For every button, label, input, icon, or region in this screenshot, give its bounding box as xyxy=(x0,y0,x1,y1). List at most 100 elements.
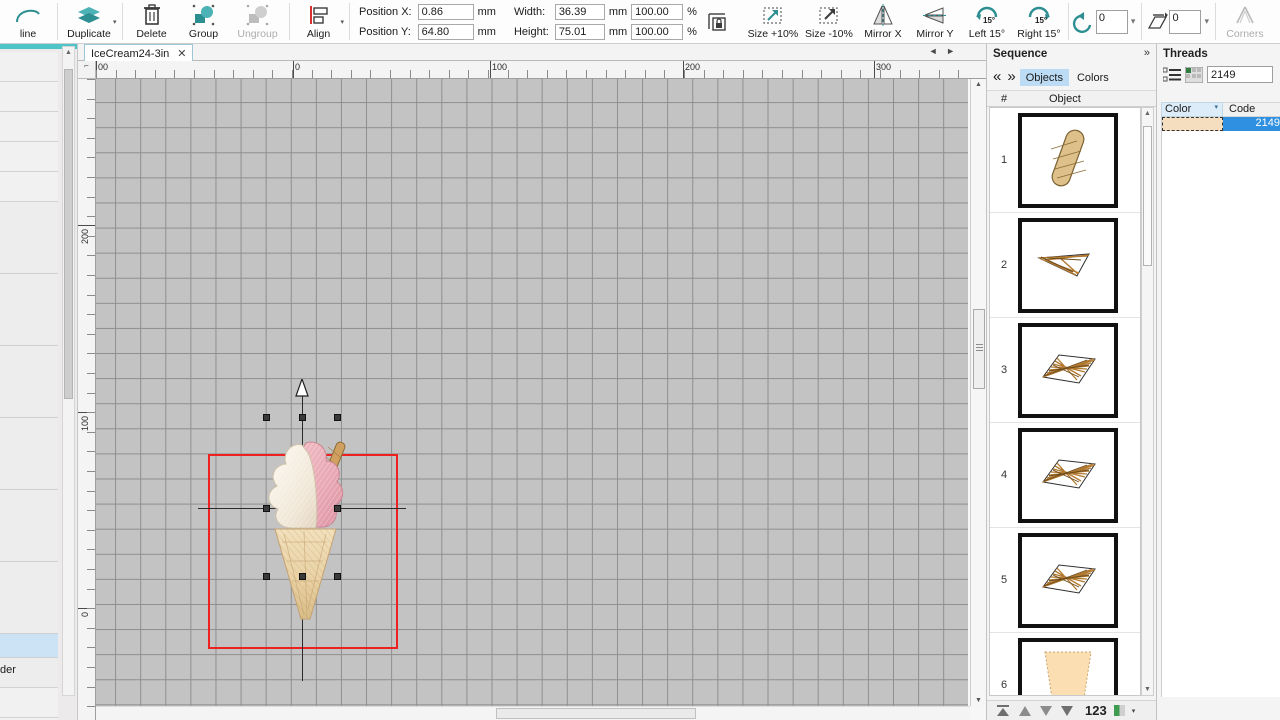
resize-handle-top-left[interactable] xyxy=(263,414,270,421)
stitch-grid[interactable] xyxy=(96,79,968,709)
height-input[interactable]: 75.01 xyxy=(554,23,605,40)
scrollbar-thumb[interactable] xyxy=(64,69,73,399)
sequence-list-item[interactable]: 5 xyxy=(990,528,1140,633)
group-button[interactable]: Group xyxy=(178,0,230,43)
move-to-bottom-icon[interactable] xyxy=(1060,704,1074,718)
list-item-selected[interactable] xyxy=(0,634,58,658)
scrollbar-thumb[interactable] xyxy=(496,708,696,719)
resize-handle-top-right[interactable] xyxy=(334,414,341,421)
scroll-down-icon[interactable]: ▼ xyxy=(1144,686,1151,693)
delete-label: Delete xyxy=(136,28,167,40)
list-item[interactable] xyxy=(0,688,58,718)
list-item[interactable] xyxy=(0,274,58,346)
list-item[interactable] xyxy=(0,490,58,562)
skew-caret-icon[interactable]: ▾ xyxy=(1204,16,1209,27)
rotate-left-icon: 15° xyxy=(974,2,1000,28)
duplicate-button[interactable]: Duplicate xyxy=(61,0,117,43)
ice-cream-cone-embroidery[interactable] xyxy=(244,409,364,649)
sequence-list-item[interactable]: 4 xyxy=(990,423,1140,528)
left-panel-scrollbar[interactable]: ▲ xyxy=(62,46,75,696)
resize-handle-middle-left[interactable] xyxy=(263,505,270,512)
sequence-list-item[interactable]: 3 xyxy=(990,318,1140,423)
list-item[interactable] xyxy=(0,418,58,490)
tab-nav-arrows[interactable]: ◄ ► xyxy=(929,46,958,56)
list-view-icon[interactable] xyxy=(1163,67,1181,83)
rotation-handle[interactable] xyxy=(295,379,309,397)
canvas-vertical-scrollbar[interactable]: ▲ ▼ xyxy=(970,79,986,706)
list-item[interactable] xyxy=(0,142,58,172)
list-item[interactable] xyxy=(0,562,58,634)
scroll-up-icon[interactable]: ▲ xyxy=(1144,110,1151,117)
chevron-double-right-icon[interactable]: » xyxy=(1005,68,1017,86)
scroll-up-icon[interactable]: ▲ xyxy=(65,49,72,56)
width-percent-input[interactable]: 100.00 xyxy=(631,3,684,20)
size-increase-button[interactable]: Size +10% xyxy=(745,0,801,43)
resize-handle-bottom-right[interactable] xyxy=(334,573,341,580)
sort-caret-icon[interactable]: ▾ xyxy=(1214,103,1218,111)
rotate-angle-input[interactable]: 0 xyxy=(1095,9,1128,34)
rotate-caret-icon[interactable]: ▾ xyxy=(1131,16,1136,27)
scroll-down-icon[interactable]: ▼ xyxy=(975,697,982,704)
tab-icecream24-3in[interactable]: IceCream24-3in ✕ xyxy=(84,44,194,61)
canvas-horizontal-scrollbar[interactable] xyxy=(96,706,970,720)
resize-handle-bottom-left[interactable] xyxy=(263,573,270,580)
rotate-right-button[interactable]: 15° Right 15° xyxy=(1013,0,1065,43)
move-up-icon[interactable] xyxy=(1018,704,1032,718)
chevron-double-left-icon[interactable]: « xyxy=(991,68,1003,86)
sequence-list-item[interactable]: 1 xyxy=(990,108,1140,213)
grid-view-icon[interactable] xyxy=(1185,66,1203,83)
ungroup-button[interactable]: Ungroup xyxy=(230,0,286,43)
resize-handle-top-center[interactable] xyxy=(299,414,306,421)
lock-aspect-ratio-button[interactable] xyxy=(701,9,733,35)
height-percent-input[interactable]: 100.00 xyxy=(631,23,684,40)
rotate-left-button[interactable]: 15° Left 15° xyxy=(961,0,1013,43)
sequence-scrollbar[interactable]: ▲ ▼ xyxy=(1141,107,1154,696)
delete-button[interactable]: Delete xyxy=(126,0,178,43)
trim-button[interactable]: Trim xyxy=(1271,0,1280,43)
skew-angle-input[interactable]: 0 xyxy=(1169,9,1202,34)
table-row[interactable]: 2149 xyxy=(1162,117,1280,131)
list-item[interactable] xyxy=(0,82,58,112)
corners-button[interactable]: Corners xyxy=(1219,0,1271,43)
width-input[interactable]: 36.39 xyxy=(554,3,605,20)
list-item[interactable] xyxy=(0,172,58,202)
chevron-down-icon[interactable]: ▾ xyxy=(1132,707,1136,715)
thread-search-input[interactable]: 2149 xyxy=(1207,66,1273,83)
chevron-double-right-icon[interactable]: » xyxy=(1144,47,1150,59)
position-y-input[interactable]: 64.80 xyxy=(417,23,474,40)
position-x-input[interactable]: 0.86 xyxy=(417,3,474,20)
color-dropdown-icon[interactable] xyxy=(1113,705,1125,716)
size-decrease-button[interactable]: Size -10% xyxy=(801,0,857,43)
resize-handle-bottom-center[interactable] xyxy=(299,573,306,580)
tab-objects[interactable]: Objects xyxy=(1019,68,1069,86)
move-down-icon[interactable] xyxy=(1039,704,1053,718)
sequence-list-item[interactable]: 6 xyxy=(990,633,1140,695)
vertical-ruler[interactable]: 200 100 0 xyxy=(78,79,96,720)
scrollbar-thumb[interactable] xyxy=(1143,126,1152,266)
align-caret-icon[interactable]: ▾ xyxy=(341,18,345,26)
sequence-object-list[interactable]: 1 2 3 4 5 6 xyxy=(989,107,1141,696)
horizontal-ruler[interactable]: 00 0 100 200 300 xyxy=(96,61,986,79)
align-button[interactable]: Align xyxy=(293,0,345,43)
move-to-top-icon[interactable] xyxy=(995,704,1011,718)
close-icon[interactable]: ✕ xyxy=(177,47,186,60)
column-color[interactable]: Color ▾ xyxy=(1161,102,1223,117)
list-item[interactable] xyxy=(0,52,58,82)
ruler-origin-icon[interactable]: ⌐ xyxy=(78,61,96,79)
list-item[interactable] xyxy=(0,346,58,418)
tab-colors[interactable]: Colors xyxy=(1071,69,1115,86)
sequence-list-item[interactable]: 2 xyxy=(990,213,1140,318)
duplicate-caret-icon[interactable]: ▾ xyxy=(113,18,117,26)
list-item[interactable] xyxy=(0,202,58,274)
position-fields-group: Position X: Position Y: 0.86 mm 64.80 mm xyxy=(355,0,504,43)
mirror-y-button[interactable]: Mirror Y xyxy=(909,0,961,43)
scroll-up-icon[interactable]: ▲ xyxy=(975,81,982,88)
outline-button[interactable]: line xyxy=(2,0,54,43)
list-item[interactable] xyxy=(0,112,58,142)
resize-handle-middle-right[interactable] xyxy=(334,505,341,512)
mirror-x-button[interactable]: Mirror X xyxy=(857,0,909,43)
threads-table-body[interactable]: 2149 xyxy=(1161,117,1280,697)
column-code[interactable]: Code xyxy=(1223,102,1280,117)
scrollbar-thumb[interactable] xyxy=(973,309,985,389)
list-item-truncated-label[interactable]: der xyxy=(0,658,58,688)
